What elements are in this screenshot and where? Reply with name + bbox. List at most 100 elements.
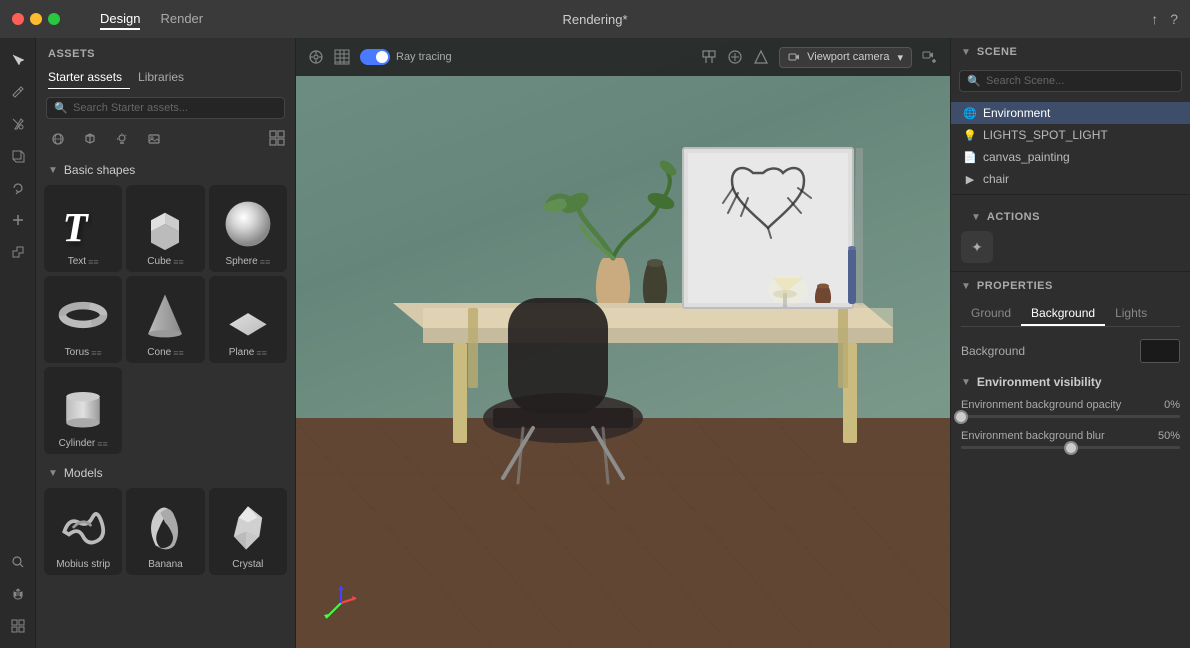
shape-cone[interactable]: Cone ≡≡: [126, 276, 204, 363]
help-button[interactable]: ?: [1170, 11, 1178, 27]
opacity-value: 0%: [1164, 399, 1180, 411]
actions-chevron: ▼: [971, 212, 981, 223]
pan-tool-button[interactable]: [4, 580, 32, 608]
ray-tracing-toggle[interactable]: Ray tracing: [360, 49, 452, 65]
background-color-swatch[interactable]: [1140, 339, 1180, 363]
scene-search-input[interactable]: [959, 70, 1182, 92]
tab-background[interactable]: Background: [1021, 302, 1105, 326]
model-mobius[interactable]: Mobius strip: [44, 488, 122, 575]
toggle-knob: [376, 51, 388, 63]
assets-search-input[interactable]: [46, 97, 285, 119]
opacity-slider-thumb[interactable]: [954, 410, 968, 424]
close-button[interactable]: [12, 13, 24, 25]
filter-sphere-button[interactable]: [46, 127, 70, 151]
scene-title: SCENE: [977, 46, 1180, 58]
viewport-stats-button[interactable]: [308, 49, 324, 65]
scene-search-area: 🔍: [959, 70, 1182, 92]
shape-torus-options: ≡≡: [91, 348, 102, 358]
paint-tool-button[interactable]: [4, 110, 32, 138]
viewport-transform-button[interactable]: [701, 49, 717, 65]
shape-cone-preview: [135, 285, 195, 345]
action-primary-button[interactable]: ✦: [961, 231, 993, 263]
actions-header[interactable]: ▼ ACTIONS: [961, 203, 1180, 231]
shape-cube-label: Cube: [147, 256, 171, 267]
models-title: Models: [64, 466, 103, 480]
brush-tool-button[interactable]: [4, 78, 32, 106]
viewport[interactable]: Ray tracing Viewport camera ▾: [296, 38, 950, 648]
basic-shapes-section-header[interactable]: ▼ Basic shapes: [44, 159, 287, 185]
shape-sphere-preview: [218, 194, 278, 254]
shape-text-label: Text: [68, 256, 86, 267]
maximize-button[interactable]: [48, 13, 60, 25]
svg-text:T: T: [63, 204, 90, 250]
scene-item-light[interactable]: 💡 LIGHTS_SPOT_LIGHT: [951, 124, 1190, 146]
assets-search-area: 🔍: [46, 97, 285, 119]
env-visibility-section: ▼ Environment visibility Environment bac…: [961, 371, 1180, 465]
tab-starter-assets[interactable]: Starter assets: [48, 66, 130, 89]
viewport-origin-button[interactable]: [727, 49, 743, 65]
environment-icon: 🌐: [963, 107, 977, 120]
cursor-tool-button[interactable]: [4, 46, 32, 74]
shape-plane-preview: [218, 285, 278, 345]
assets-header: ASSETS: [36, 38, 295, 66]
model-crystal[interactable]: Crystal: [209, 488, 287, 575]
minimize-button[interactable]: [30, 13, 42, 25]
zoom-tool-button[interactable]: [4, 548, 32, 576]
window-title: Rendering*: [562, 12, 627, 27]
filter-light-button[interactable]: [110, 127, 134, 151]
models-section-header[interactable]: ▼ Models: [44, 462, 287, 488]
shape-sphere[interactable]: Sphere ≡≡: [209, 185, 287, 272]
blur-value: 50%: [1158, 430, 1180, 442]
models-grid: Mobius strip Banana: [44, 488, 287, 575]
cube-tool-button[interactable]: [4, 142, 32, 170]
viewport-scene[interactable]: [296, 38, 950, 648]
nav-render[interactable]: Render: [160, 9, 203, 30]
model-banana[interactable]: Banana: [126, 488, 204, 575]
shape-torus[interactable]: Torus ≡≡: [44, 276, 122, 363]
ray-tracing-switch[interactable]: [360, 49, 390, 65]
shape-plane[interactable]: Plane ≡≡: [209, 276, 287, 363]
shape-cylinder-label: Cylinder: [59, 438, 96, 449]
share-button[interactable]: ↑: [1151, 11, 1158, 27]
scene-item-environment[interactable]: 🌐 Environment: [951, 102, 1190, 124]
viewport-grid-button[interactable]: [334, 49, 350, 65]
blur-slider-thumb[interactable]: [1064, 441, 1078, 455]
assets-filter-row: [36, 127, 295, 159]
scene-tree: 🌐 Environment 💡 LIGHTS_SPOT_LIGHT 📄 canv…: [951, 98, 1190, 194]
blur-slider-track[interactable]: [961, 446, 1180, 449]
tab-lights[interactable]: Lights: [1105, 302, 1157, 326]
shape-sphere-label: Sphere: [225, 256, 257, 267]
tab-libraries[interactable]: Libraries: [138, 66, 192, 89]
add-tool-button[interactable]: [4, 206, 32, 234]
grid-view-toggle[interactable]: [269, 130, 285, 149]
shape-text[interactable]: T Text ≡≡: [44, 185, 122, 272]
scene-chevron: ▼: [961, 47, 971, 58]
shape-cube-label-row: Cube ≡≡: [147, 256, 183, 267]
scene-item-canvas[interactable]: 📄 canvas_painting: [951, 146, 1190, 168]
filter-image-button[interactable]: [142, 127, 166, 151]
scene-header[interactable]: ▼ SCENE: [951, 38, 1190, 66]
properties-chevron: ▼: [961, 281, 971, 292]
filter-cube-button[interactable]: [78, 127, 102, 151]
scene-item-chair[interactable]: ▶ chair: [951, 168, 1190, 190]
models-chevron: ▼: [48, 468, 58, 479]
titlebar: Design Render Rendering* ↑ ?: [0, 0, 1190, 38]
grid-settings-button[interactable]: [4, 612, 32, 640]
scene-item-environment-label: Environment: [983, 106, 1050, 120]
action-icon: ✦: [971, 239, 983, 256]
viewport-camera-add-button[interactable]: [922, 49, 938, 65]
viewport-snap-button[interactable]: [753, 49, 769, 65]
camera-selector[interactable]: Viewport camera ▾: [779, 47, 912, 68]
shape-cube[interactable]: Cube ≡≡: [126, 185, 204, 272]
opacity-slider-track[interactable]: [961, 415, 1180, 418]
shape-torus-label: Torus: [65, 347, 89, 358]
properties-section: ▼ PROPERTIES Ground Background Lights Ba…: [951, 272, 1190, 648]
background-label: Background: [961, 344, 1025, 358]
tab-ground[interactable]: Ground: [961, 302, 1021, 326]
scale-tool-button[interactable]: [4, 238, 32, 266]
opacity-label: Environment background opacity: [961, 399, 1121, 411]
env-visibility-header[interactable]: ▼ Environment visibility: [961, 375, 1180, 389]
shape-cylinder[interactable]: Cylinder ≡≡: [44, 367, 122, 454]
rotate-tool-button[interactable]: [4, 174, 32, 202]
nav-design[interactable]: Design: [100, 9, 140, 30]
